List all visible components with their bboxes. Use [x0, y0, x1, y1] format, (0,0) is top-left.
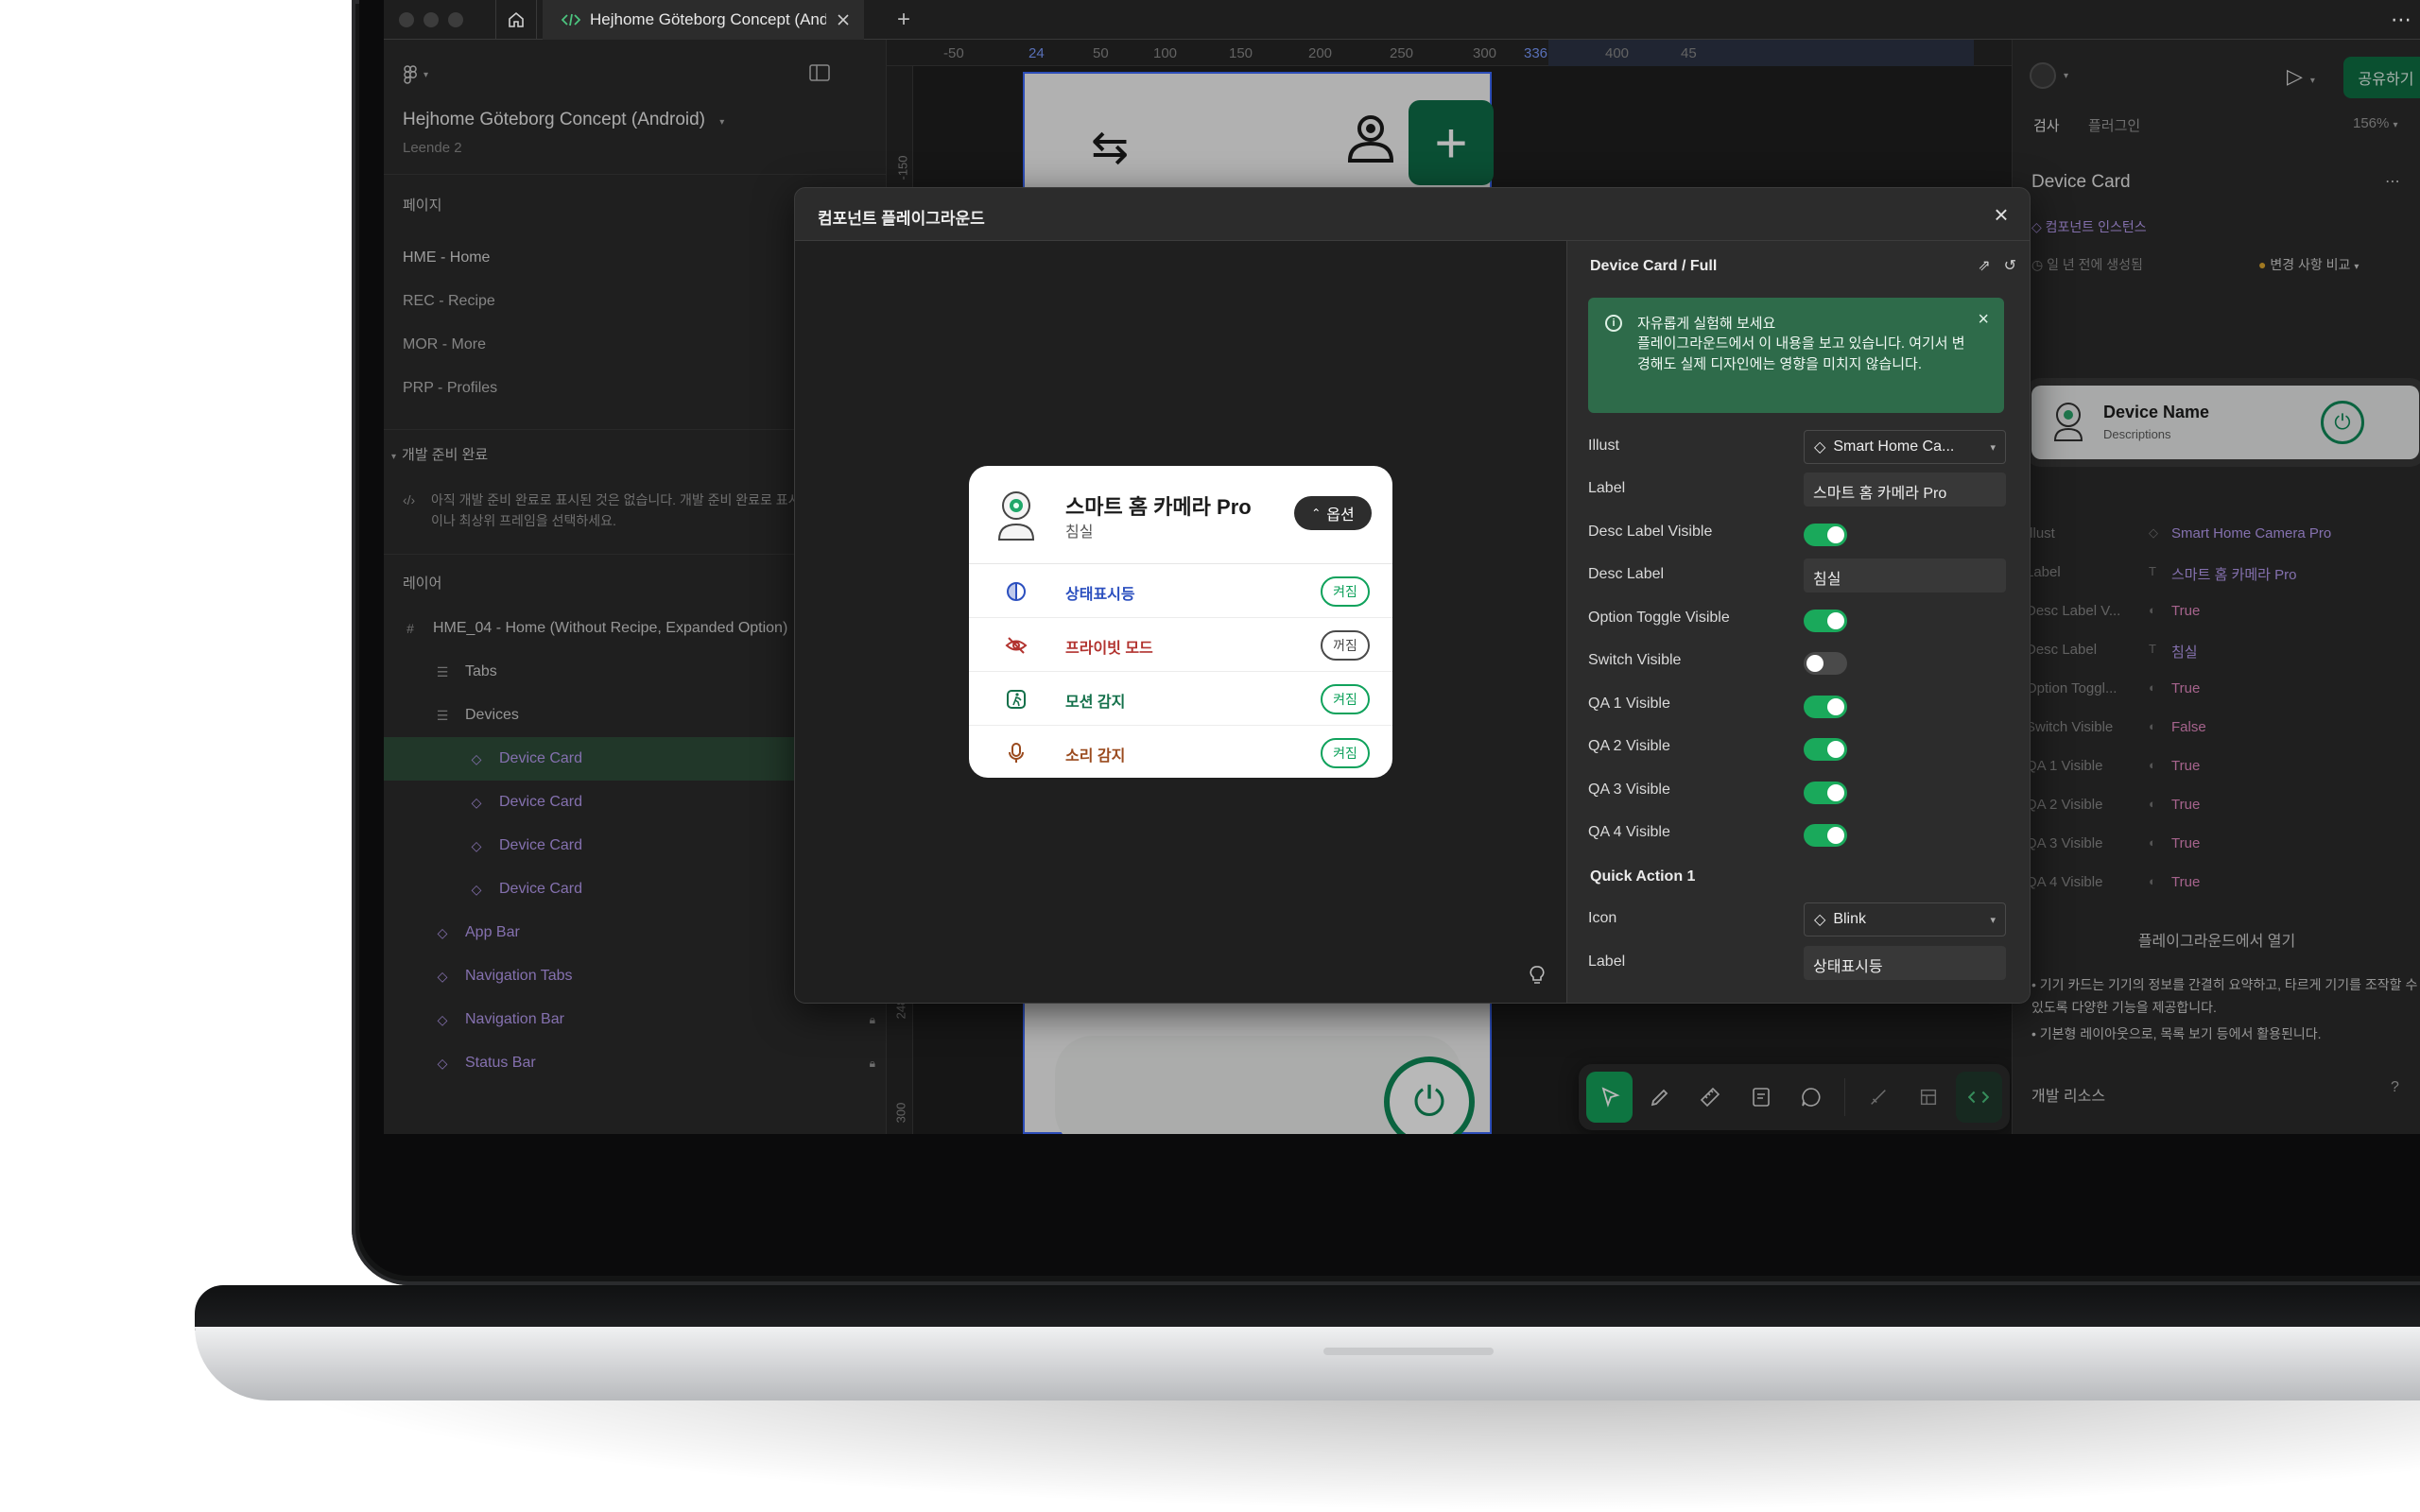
- quick-action-label: 프라이빗 모드: [1065, 641, 1153, 657]
- more-button[interactable]: ⋯: [2382, 0, 2420, 40]
- laptop-keyboard-deck: [195, 1285, 2420, 1331]
- minimize-window-button[interactable]: [424, 12, 439, 27]
- camera-icon: [997, 491, 1035, 541]
- code-icon: [562, 13, 580, 26]
- close-tab-icon[interactable]: [836, 12, 851, 27]
- chevron-down-icon: ▾: [1990, 441, 1996, 454]
- qa3-visible-toggle[interactable]: [1804, 782, 1847, 804]
- status-badge[interactable]: 켜짐: [1321, 684, 1370, 714]
- prop-toggle-row: QA 2 Visible: [1588, 727, 2010, 769]
- home-button[interactable]: [495, 0, 537, 40]
- lightbulb-icon[interactable]: [1529, 965, 1546, 990]
- quick-action-label: 모션 감지: [1065, 695, 1126, 711]
- quick-action-section-header: Quick Action 1: [1590, 868, 1696, 885]
- new-tab-button[interactable]: +: [885, 0, 923, 40]
- prop-label-row: Label 스마트 홈 카메라 Pro: [1588, 469, 2010, 511]
- prop-toggle-row: Desc Label Visible: [1588, 512, 2010, 555]
- home-icon: [509, 11, 524, 27]
- panel-title: Device Card / Full: [1590, 258, 1718, 274]
- chevron-up-icon: ⌃: [1311, 507, 1322, 520]
- close-modal-button[interactable]: ×: [1984, 198, 2018, 232]
- desc-label-input[interactable]: 침실: [1804, 558, 2006, 593]
- quick-action-row[interactable]: 상태표시등 켜짐: [969, 564, 1392, 618]
- playground-stage: 스마트 홈 카메라 Pro 침실 ⌃ 옵션 상태표시등 켜짐 프라이빗 모드 꺼짐…: [795, 241, 1566, 1003]
- tab-title: Hejhome Göteborg Concept (And: [590, 10, 826, 28]
- switch-visible-toggle[interactable]: [1804, 652, 1847, 675]
- chevron-down-icon: ▾: [1990, 914, 1996, 926]
- device-card: 스마트 홈 카메라 Pro 침실 ⌃ 옵션 상태표시등 켜짐 프라이빗 모드 꺼짐…: [969, 466, 1392, 778]
- component-instance-icon: ◇: [1814, 439, 1826, 455]
- component-playground-modal: 컴포넌트 플레이그라운드 × 스마트 홈 카메라 Pro 침실 ⌃ 옵션 상태표시…: [794, 187, 2031, 1004]
- quick-action-row[interactable]: 모션 감지 켜짐: [969, 672, 1392, 726]
- title-bar: Hejhome Göteborg Concept (And + ⋯: [384, 0, 2420, 40]
- qa4-visible-toggle[interactable]: [1804, 824, 1847, 847]
- motion-icon: [1007, 690, 1026, 709]
- quick-action-row[interactable]: 프라이빗 모드 꺼짐: [969, 618, 1392, 672]
- qa2-visible-toggle[interactable]: [1804, 738, 1847, 761]
- component-instance-icon: ◇: [1814, 912, 1826, 928]
- reset-icon[interactable]: ↺: [2004, 256, 2016, 275]
- eye-off-icon: [1005, 637, 1028, 654]
- prop-illust-row: Illust ◇ Smart Home Ca... ▾: [1588, 426, 2010, 469]
- modal-header: 컴포넌트 플레이그라운드 ×: [795, 188, 2030, 241]
- playground-properties-panel: Device Card / Full ⇗ ↺ i 자유롭게 실험해 보세요 플레…: [1566, 241, 2030, 1003]
- status-badge[interactable]: 켜짐: [1321, 576, 1370, 607]
- maximize-window-button[interactable]: [448, 12, 463, 27]
- laptop-base: [195, 1327, 2420, 1400]
- prop-desc-label-row: Desc Label 침실: [1588, 555, 2010, 597]
- close-icon: ×: [1994, 199, 2009, 229]
- screen: Hejhome Göteborg Concept (And + ⋯ ▾ Hejh…: [384, 0, 2420, 1134]
- prop-toggle-row: QA 1 Visible: [1588, 684, 2010, 727]
- prop-toggle-row: Switch Visible: [1588, 641, 2010, 683]
- device-card-header: 스마트 홈 카메라 Pro 침실 ⌃ 옵션: [969, 466, 1392, 564]
- microphone-icon: [1009, 743, 1024, 763]
- quick-action-label: 소리 감지: [1065, 748, 1126, 765]
- close-icon: ×: [1978, 309, 1989, 330]
- banner-body: 플레이그라운드에서 이 내용을 보고 있습니다. 여기서 변경해도 실제 디자인…: [1637, 335, 1965, 372]
- device-room: 침실: [1065, 524, 1094, 541]
- laptop-notch: [1323, 1348, 1494, 1355]
- prop-toggle-row: QA 3 Visible: [1588, 770, 2010, 813]
- option-toggle-visible-toggle[interactable]: [1804, 610, 1847, 632]
- link-icon[interactable]: ⇗: [1978, 256, 1990, 275]
- qa-label-input[interactable]: 상태표시등: [1804, 946, 2006, 980]
- quick-action-label: 상태표시등: [1065, 587, 1135, 603]
- info-banner: i 자유롭게 실험해 보세요 플레이그라운드에서 이 내용을 보고 있습니다. …: [1588, 298, 2004, 413]
- quick-action-row[interactable]: 소리 감지 켜짐: [969, 726, 1392, 778]
- prop-toggle-row: Option Toggle Visible: [1588, 598, 2010, 641]
- prop-icon-row: Icon ◇ Blink ▾: [1588, 899, 2010, 941]
- label-input[interactable]: 스마트 홈 카메라 Pro: [1804, 472, 2006, 507]
- illust-select[interactable]: ◇ Smart Home Ca... ▾: [1804, 430, 2006, 464]
- blink-icon: [1007, 582, 1026, 601]
- qa1-visible-toggle[interactable]: [1804, 696, 1847, 718]
- desc-label-visible-toggle[interactable]: [1804, 524, 1847, 546]
- status-badge[interactable]: 켜짐: [1321, 738, 1370, 768]
- status-badge[interactable]: 꺼짐: [1321, 630, 1370, 661]
- panel-tools: ⇗ ↺: [1978, 256, 2016, 275]
- banner-title: 자유롭게 실험해 보세요: [1637, 316, 1776, 332]
- modal-title: 컴포넌트 플레이그라운드: [818, 210, 985, 228]
- close-window-button[interactable]: [399, 12, 414, 27]
- tab-file[interactable]: Hejhome Göteborg Concept (And: [543, 0, 864, 40]
- device-name: 스마트 홈 카메라 Pro: [1065, 495, 1252, 519]
- info-icon: i: [1605, 315, 1622, 332]
- options-toggle-button[interactable]: ⌃ 옵션: [1294, 496, 1372, 530]
- close-banner-button[interactable]: ×: [1978, 309, 1989, 331]
- prop-qa-label-row: Label 상태표시등: [1588, 942, 2010, 985]
- icon-select[interactable]: ◇ Blink ▾: [1804, 902, 2006, 936]
- plus-icon: +: [896, 7, 910, 32]
- prop-toggle-row: QA 4 Visible: [1588, 813, 2010, 855]
